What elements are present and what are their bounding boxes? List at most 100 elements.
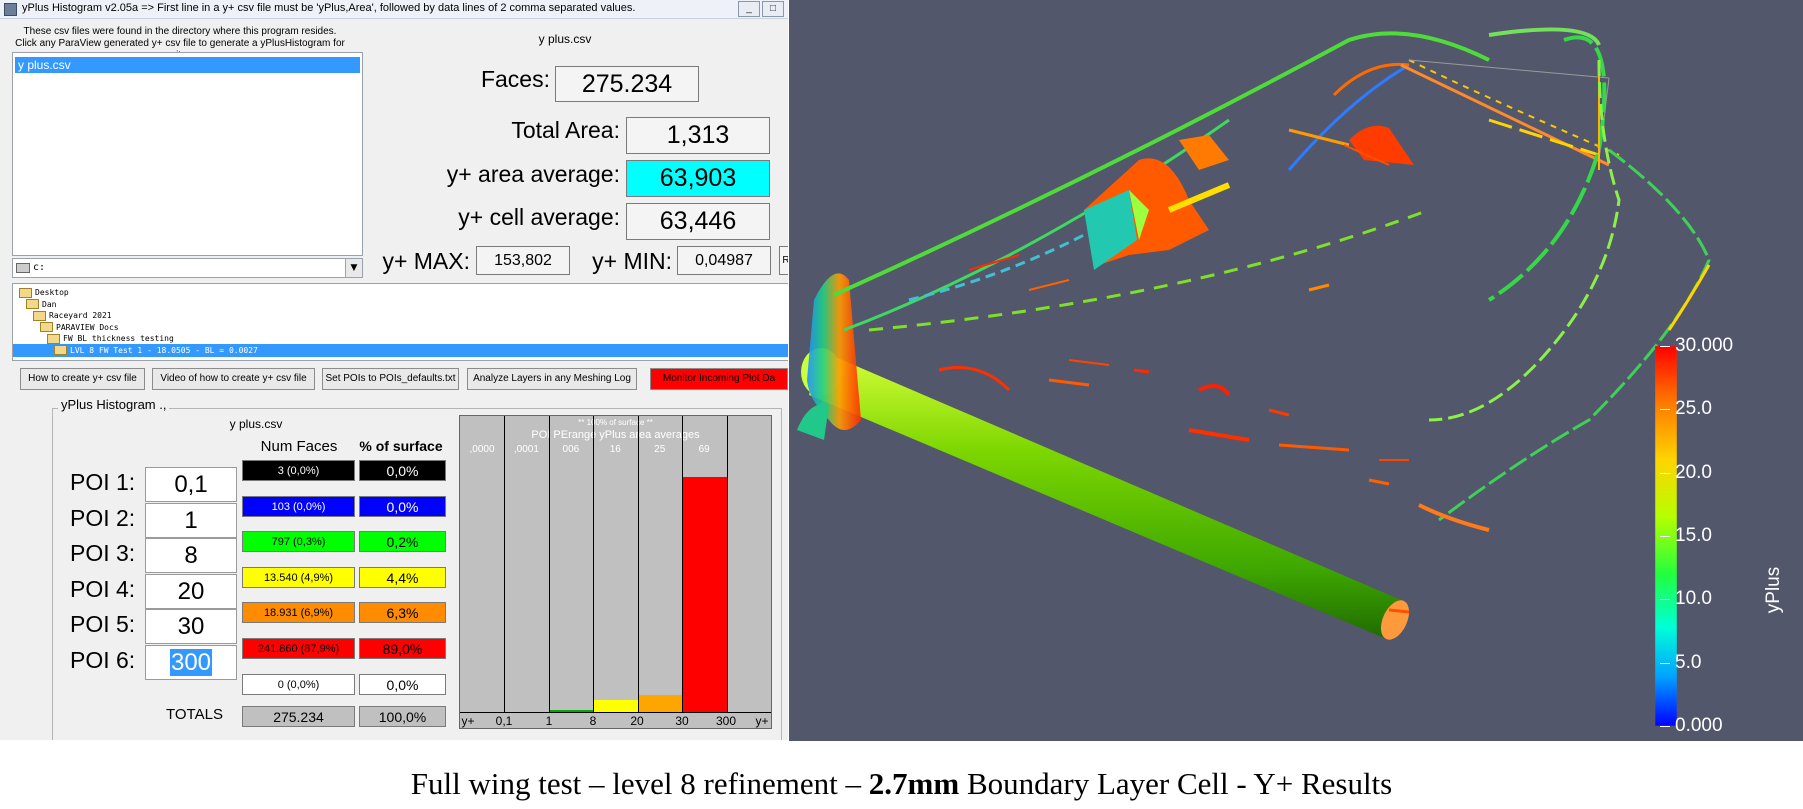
folder-icon	[33, 310, 46, 321]
histogram-group-label: yPlus Histogram .,	[58, 397, 170, 412]
colorbar-tick-label: 20.0	[1675, 461, 1712, 483]
drive-icon	[16, 263, 30, 273]
caption-part-1: Full wing test – level 8 refinement –	[410, 766, 869, 801]
histogram-bar	[549, 710, 594, 712]
faces-cell: 103 (0,0%)	[242, 495, 355, 517]
title-bar: yPlus Histogram v2.05a => First line in …	[0, 0, 788, 19]
histogram-baseline	[460, 712, 771, 713]
colorbar-tick-mark	[1660, 409, 1670, 411]
poi-6-input[interactable]: 300	[145, 644, 237, 680]
total-area-value: 1,313	[626, 117, 770, 154]
colorbar-tick-label: 0.000	[1675, 715, 1723, 736]
tree-item[interactable]: LVL 8 FW Test 1 - 18.0505 - BL = 0.0027	[13, 343, 788, 357]
area-average-value: 63,903	[626, 160, 770, 197]
histogram-top-note: ** 100% of surface **	[578, 418, 653, 427]
main-element-tube	[801, 348, 1410, 640]
histogram-divider	[726, 416, 728, 712]
histogram-x-tick: 8	[589, 714, 597, 728]
folder-icon	[47, 333, 60, 344]
surface-cell: 0,0%	[359, 460, 446, 481]
app-icon	[4, 3, 17, 16]
area-average-label: y+ area average:	[446, 161, 620, 187]
tree-item-label: Desktop	[35, 288, 69, 297]
poi-4-label: POI 4:	[70, 575, 136, 602]
poi-5-input[interactable]: 30	[145, 609, 237, 644]
small-flap	[1349, 125, 1414, 165]
histogram-average-label: 16	[609, 444, 621, 455]
poi-1-input[interactable]: 0,1	[145, 467, 237, 502]
totals-label: TOTALS	[166, 706, 223, 723]
surface-cell: 6,3%	[359, 602, 446, 624]
directory-tree[interactable]: Desktop Dan Raceyard 2021 PARAVIEW Docs FW B…	[12, 283, 788, 361]
upper-element	[1084, 135, 1231, 270]
window-title: yPlus Histogram v2.05a => First line in …	[22, 2, 636, 14]
folder-icon	[54, 345, 67, 355]
tree-item-label: LVL 8 FW Test 1 - 18.0505 - BL = 0.0027	[70, 345, 258, 355]
poi-2-value: 1	[184, 506, 198, 534]
drive-value: c:	[33, 262, 46, 273]
yplus-histogram-window: yPlus Histogram v2.05a => First line in …	[0, 0, 788, 740]
histogram-x-tick: 1	[545, 714, 553, 728]
min-value: 0,04987	[677, 246, 771, 275]
colorbar-tick-mark	[1660, 536, 1670, 537]
histogram-divider	[504, 416, 506, 712]
cell-average-label: y+ cell average:	[458, 204, 620, 230]
histogram-divider	[637, 416, 639, 712]
folder-icon	[40, 322, 53, 332]
surface-cell: 0,0%	[359, 495, 446, 517]
faces-cell: 797 (0,3%)	[242, 531, 355, 553]
faces-value: 275.234	[555, 66, 699, 102]
colorbar-tick-mark	[1660, 472, 1670, 474]
max-value: 153,802	[476, 246, 570, 275]
tree-item-label: Raceyard 2021	[49, 311, 112, 320]
yplus-histogram-chart: ** 100% of surface ** POI PErange yPlus …	[459, 415, 772, 729]
minimize-button[interactable]: _	[738, 1, 760, 17]
poi-3-input[interactable]: 8	[145, 538, 237, 573]
file-list-item-selected[interactable]: y plus.csv	[15, 57, 360, 73]
histogram-bar	[638, 695, 683, 712]
csv-file-list[interactable]: y plus.csv	[12, 52, 363, 256]
video-how-to-button[interactable]: Video of how to create y+ csv file	[152, 368, 315, 390]
colorbar-title: yPlus	[1763, 566, 1784, 614]
faces-cell: 241.860 (87,9%)	[242, 638, 355, 659]
histogram-x-tick: 300	[715, 714, 737, 728]
colorbar-tick-mark	[1660, 599, 1670, 601]
num-faces-header: Num Faces	[260, 438, 338, 455]
faces-label: Faces:	[480, 66, 550, 92]
monitor-plot-data-button[interactable]: Monitor Incoming Plot Da	[650, 368, 788, 390]
surface-header: % of surface	[359, 438, 443, 454]
colorbar-tick-label: 15.0	[1675, 525, 1712, 546]
histogram-x-tick: 20	[630, 714, 644, 728]
how-to-create-csv-button[interactable]: How to create y+ csv file	[20, 368, 145, 390]
paraview-3d-view[interactable]	[789, 0, 1803, 741]
poi-4-value: 20	[177, 577, 205, 605]
max-label: y+ MAX:	[382, 248, 470, 274]
total-area-label: Total Area:	[511, 117, 620, 143]
poi-3-label: POI 3:	[70, 540, 136, 566]
maximize-button[interactable]: □	[762, 1, 784, 17]
poi-4-input[interactable]: 20	[145, 573, 237, 609]
histogram-average-label: ,0000	[469, 444, 495, 455]
folder-icon	[19, 287, 32, 298]
drive-select[interactable]: c: ▼	[12, 258, 363, 278]
histogram-bar	[594, 700, 638, 712]
colorbar-tick-label: 25.0	[1675, 398, 1712, 420]
chevron-down-icon[interactable]: ▼	[345, 259, 362, 277]
histogram-divider	[548, 416, 550, 712]
folder-icon	[26, 299, 39, 309]
caption-part-2: Boundary Layer Cell - Y+ Results	[959, 766, 1393, 801]
faces-cell: 13.540 (4,9%)	[242, 566, 355, 588]
histogram-average-label: 69	[698, 444, 710, 455]
colorbar-tick-mark	[1660, 662, 1670, 664]
tree-item-label: PARAVIEW Docs	[56, 322, 119, 332]
colorbar-tick-label: 10.0	[1675, 588, 1712, 610]
colorbar-tick-label: 30.000	[1675, 335, 1734, 356]
poi-2-label: POI 2:	[70, 504, 136, 531]
edge-button[interactable]: R	[779, 246, 788, 275]
poi-2-input[interactable]: 1	[145, 502, 237, 538]
set-pois-button[interactable]: Set POIs to POIs_defaults.txt	[322, 368, 459, 390]
tree-item-label: FW BL thickness testing	[63, 334, 174, 343]
analyze-layers-button[interactable]: Analyze Layers in any Meshing Log	[467, 368, 637, 390]
faces-cell: 3 (0,0%)	[242, 460, 355, 481]
histogram-divider	[682, 416, 684, 712]
